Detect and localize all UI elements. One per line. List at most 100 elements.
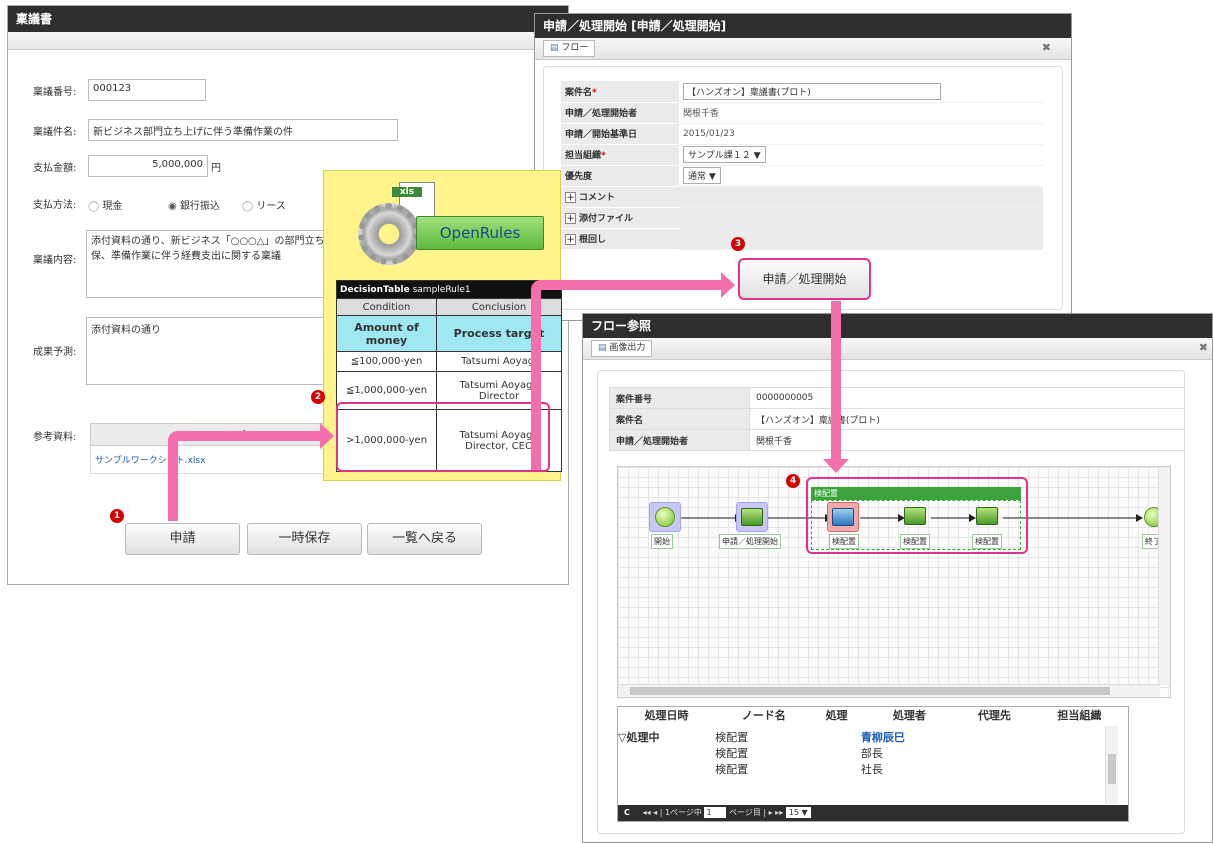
history-scroll-thumb[interactable] (1108, 754, 1116, 784)
step-marker-4: 4 (786, 474, 800, 488)
history-cell-proxy (958, 761, 1031, 777)
info-value: 0000000005 (749, 387, 1185, 409)
page-size-select[interactable]: 15 ▼ (785, 807, 811, 818)
ringi-toolbar (8, 32, 568, 50)
method-cash-label: 現金 (102, 201, 123, 212)
history-cell-date (618, 745, 715, 761)
flow-button[interactable]: ▤ フロー (543, 40, 596, 57)
number-field[interactable]: 000123 (88, 79, 206, 101)
horizontal-scrollbar[interactable] (618, 684, 1160, 697)
form-row: 申請／開始基準日 2015/01/23 (561, 123, 1043, 145)
history-row[interactable]: ▽処理中 検配置 青柳辰巳 (618, 729, 1128, 745)
form-label[interactable]: ＋添付ファイル (561, 207, 679, 229)
radio-selected-icon: ◉ (168, 201, 177, 212)
content-label: 稟議内容: (33, 255, 77, 266)
history-scrollbar[interactable] (1105, 726, 1118, 804)
flow-button-label: フロー (561, 43, 589, 53)
start-node[interactable] (649, 502, 681, 532)
save-draft-button[interactable]: 一時保存 (247, 523, 362, 555)
arrow-2-head (721, 272, 735, 298)
export-image-button[interactable]: ▤ 画像出力 (591, 340, 653, 357)
next-last-icon[interactable]: ▸ ▸▸ (769, 808, 784, 817)
form-row: 申請／処理開始者 関根千香 (561, 102, 1043, 124)
history-row[interactable]: 検配置 社長 (618, 761, 1128, 777)
col-condition: Condition (336, 298, 437, 316)
method-option-lease[interactable]: ◯ リース (242, 197, 286, 212)
info-label: 案件番号 (609, 387, 750, 409)
arrow-3-vertical (831, 301, 841, 461)
form-value-cell (679, 207, 1043, 229)
apply-button[interactable]: 申請 (125, 523, 240, 555)
history-col-header[interactable]: 処理者 (861, 707, 958, 723)
history-table: 処理日時 ノード名 処理 処理者 代理先 担当組織 ▽処理中 検配置 青柳辰巳 検配置 部長 検配置社… (618, 707, 1128, 777)
radio-icon: ◯ (88, 201, 100, 212)
close-icon[interactable]: ✖ (1199, 341, 1208, 354)
subject-label: 稟議件名: (33, 127, 77, 138)
history-cell-node: 検配置 (715, 763, 749, 776)
form-select[interactable]: サンプル課１２ ▼ (683, 146, 766, 163)
history-cell-proxy (958, 729, 1031, 745)
refresh-icon[interactable]: C (624, 808, 630, 817)
col-conclusion: Conclusion (436, 298, 562, 316)
vertical-scrollbar[interactable] (1158, 467, 1170, 685)
arrow-1-horizontal (168, 431, 323, 441)
page-input[interactable]: 1 (704, 807, 727, 818)
method-option-cash[interactable]: ◯ 現金 (88, 197, 122, 212)
page-prefix: 1ページ中 (664, 808, 702, 817)
info-label: 申請／処理開始者 (609, 429, 750, 451)
history-col-header[interactable]: ノード名 (715, 707, 812, 723)
expand-icon[interactable]: ＋ (565, 192, 576, 203)
openrules-logo: OpenRules (416, 216, 544, 250)
amount-unit: 円 (211, 163, 221, 174)
flow-dialog-title: フロー参照 (583, 314, 1212, 338)
subject-field[interactable]: 新ビジネス部門立ち上げに伴う準備作業の件 (88, 119, 398, 141)
close-icon[interactable]: ✖ (1042, 41, 1051, 54)
form-label-text: 優先度 (565, 172, 593, 182)
highlight-review-group (806, 477, 1028, 554)
ref-file-link[interactable]: サンプルワークシート.xlsx (90, 445, 360, 474)
form-select[interactable]: 通常 ▼ (683, 167, 721, 184)
history-grid: 処理日時 ノード名 処理 処理者 代理先 担当組織 ▽処理中 検配置 青柳辰巳 検配置 部長 検配置社… (617, 706, 1129, 822)
apply-node[interactable] (736, 502, 768, 532)
form-label[interactable]: ＋コメント (561, 186, 679, 208)
gear-icon (358, 203, 420, 265)
form-label-text: 担当組織 (565, 151, 602, 161)
back-to-list-button[interactable]: 一覧へ戻る (367, 523, 482, 555)
arrow-3-head (823, 459, 849, 473)
method-bank-label: 銀行振込 (179, 201, 220, 212)
info-row: 案件名 【ハンズオン】稟議書(プロト) (609, 408, 1185, 430)
start-process-button[interactable]: 申請／処理開始 (738, 258, 871, 300)
forecast-label: 成果予測: (33, 347, 77, 358)
history-col-header[interactable]: 処理 (812, 707, 861, 723)
arrow-1-head (320, 423, 334, 449)
history-row[interactable]: 検配置 部長 (618, 745, 1128, 761)
history-col-header[interactable]: 代理先 (958, 707, 1031, 723)
form-label-text: 申請／開始基準日 (565, 130, 638, 140)
scroll-thumb[interactable] (630, 687, 1110, 695)
method-option-bank[interactable]: ◉ 銀行振込 (168, 197, 220, 212)
form-value-cell: 関根千香 (679, 102, 1043, 124)
info-label: 案件名 (609, 408, 750, 430)
case-name-input[interactable]: 【ハンズオン】稟議書(プロト) (683, 82, 941, 100)
export-label: 画像出力 (609, 343, 646, 353)
radio-icon: ◯ (242, 201, 254, 212)
form-value-cell: 【ハンズオン】稟議書(プロト) (679, 81, 1043, 103)
flow-icon: ▤ (550, 43, 559, 53)
expand-icon[interactable]: ＋ (565, 213, 576, 224)
form-value-cell: 通常 ▼ (679, 165, 1043, 187)
form-label: 案件名* (561, 81, 679, 103)
first-prev-icon[interactable]: ◂◂ ◂ (643, 808, 658, 817)
image-icon: ▤ (598, 343, 607, 353)
form-row: 案件名* 【ハンズオン】稟議書(プロト) (561, 81, 1043, 103)
form-label[interactable]: ＋根回し (561, 228, 679, 250)
amount-field[interactable]: 5,000,000 (88, 155, 208, 177)
start-dialog: 申請／処理開始 [申請／処理開始] ▤ フロー ✖ 案件名* 【ハンズオン】稟議書… (534, 13, 1072, 321)
expand-icon[interactable]: ＋ (565, 234, 576, 245)
history-cell-node: 検配置 (715, 747, 749, 760)
highlight-rule-3 (336, 402, 550, 472)
history-col-header[interactable]: 担当組織 (1031, 707, 1128, 723)
history-col-header[interactable]: 処理日時 (618, 707, 715, 723)
page-suffix: ページ目 (729, 808, 761, 817)
method-label: 支払方法: (33, 200, 77, 211)
history-cell-person[interactable]: 青柳辰巳 (861, 729, 958, 745)
